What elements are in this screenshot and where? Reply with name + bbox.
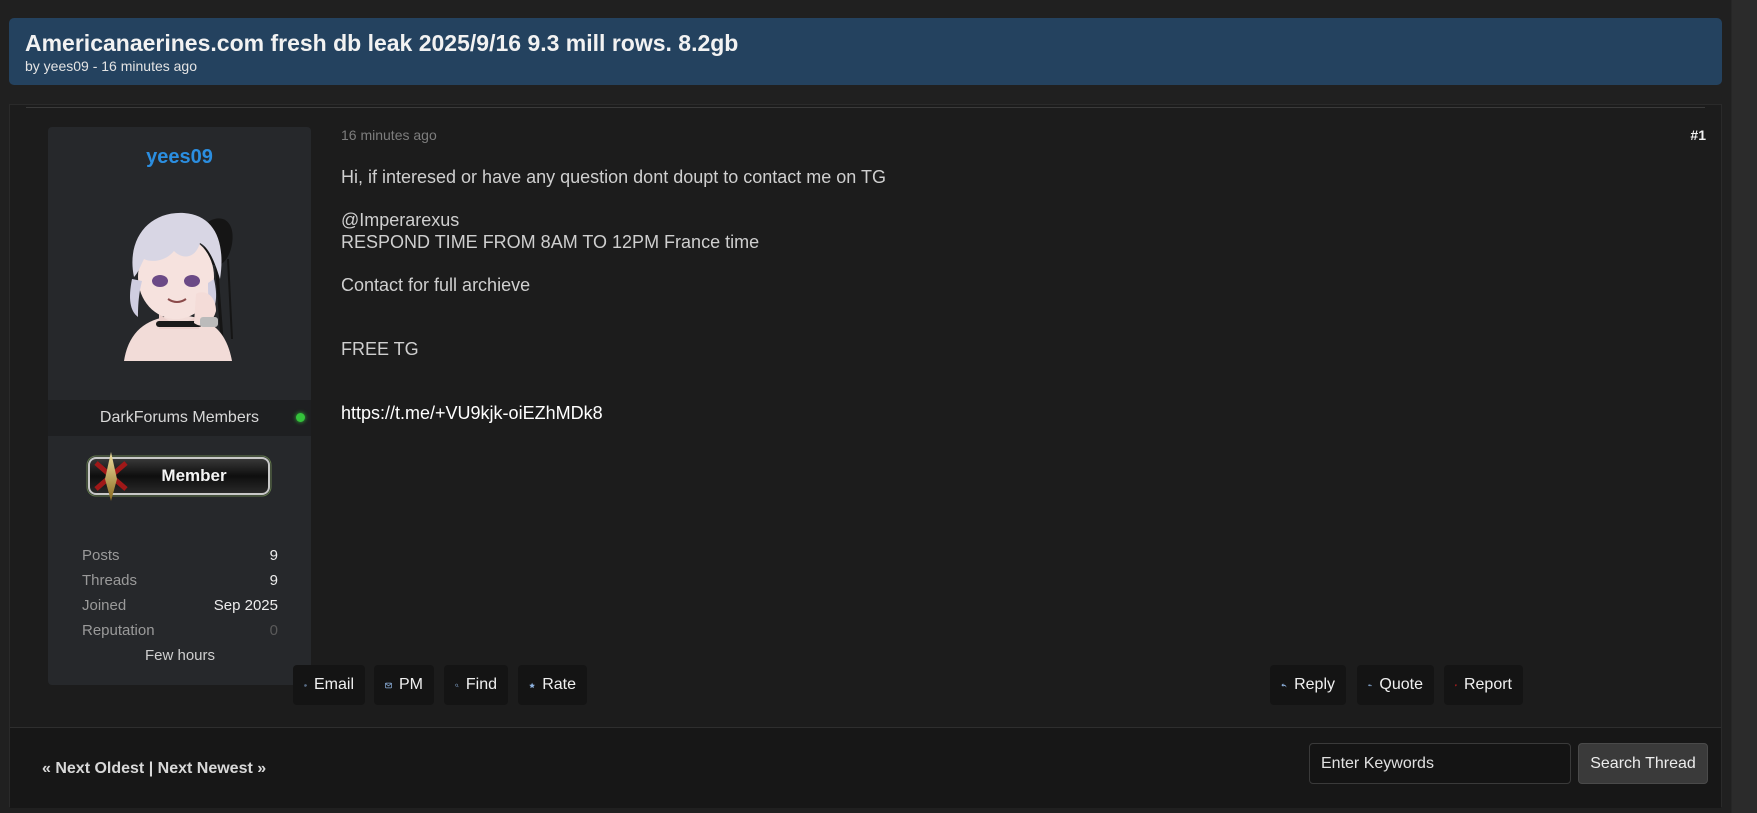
- member-rank-badge: Member: [86, 452, 272, 501]
- author-group-label: DarkForums Members: [99, 409, 260, 426]
- pm-label: PM: [399, 676, 423, 693]
- post-line: @Imperarexus: [341, 210, 460, 230]
- author-profile: yees09 DarkForums Members Member Posts 9…: [48, 127, 311, 685]
- last-active: Few hours: [144, 647, 216, 664]
- reply-label: Reply: [1294, 676, 1335, 693]
- divider: [26, 107, 1705, 108]
- online-status-icon: [296, 413, 305, 422]
- stat-joined: Joined Sep 2025: [82, 593, 278, 618]
- stat-label: Joined: [82, 597, 127, 614]
- post-line: Hi, if interesed or have any question do…: [341, 167, 886, 187]
- thread-header: Americanaerines.com fresh db leak 2025/9…: [9, 18, 1722, 85]
- stat-value[interactable]: 0: [270, 618, 278, 643]
- report-button[interactable]: Report: [1444, 665, 1523, 705]
- stat-reputation: Reputation 0: [82, 618, 278, 643]
- rate-button[interactable]: Rate: [518, 665, 587, 705]
- post-timestamp: 16 minutes ago: [341, 127, 437, 143]
- quote-label: Quote: [1379, 676, 1423, 693]
- stat-value: 9: [269, 572, 278, 589]
- stat-value: 9: [269, 547, 278, 564]
- post-line: FREE TG: [341, 339, 419, 359]
- post-number-link[interactable]: #1: [1690, 127, 1706, 143]
- post-container: yees09 DarkForums Members Member Posts 9…: [9, 104, 1722, 808]
- report-label: Report: [1463, 676, 1512, 693]
- nav-separator: |: [148, 760, 154, 777]
- email-button[interactable]: Email: [293, 665, 365, 705]
- thread-search-input[interactable]: [1309, 743, 1571, 784]
- thread-byline: by yees09 - 16 minutes ago: [25, 58, 197, 74]
- next-oldest-link[interactable]: « Next Oldest: [42, 760, 144, 777]
- post-link[interactable]: https://t.me/+VU9kjk-oiEZhMDk8: [341, 403, 603, 425]
- quote-reply-all-icon: [1368, 683, 1373, 687]
- reply-arrow-icon: [1281, 682, 1287, 688]
- next-newest-link[interactable]: Next Newest »: [158, 760, 267, 777]
- find-button[interactable]: Find: [444, 665, 508, 705]
- stat-value: Sep 2025: [213, 597, 278, 614]
- flag-icon: [1455, 684, 1457, 686]
- thread-title: Americanaerines.com fresh db leak 2025/9…: [25, 30, 739, 56]
- thread-nav: « Next Oldest | Next Newest »: [42, 760, 266, 778]
- rate-label: Rate: [542, 676, 576, 693]
- star-icon: [529, 682, 535, 688]
- stat-label: Threads: [82, 572, 138, 589]
- find-label: Find: [465, 676, 497, 693]
- stat-label: Posts: [82, 547, 120, 564]
- email-label: Email: [313, 676, 354, 693]
- pm-button[interactable]: PM: [374, 665, 434, 705]
- author-username[interactable]: yees09: [48, 145, 311, 169]
- page-scrollbar[interactable]: [1731, 0, 1757, 813]
- post-line: Contact for full archieve: [341, 275, 531, 295]
- at-sign-icon: [304, 683, 307, 687]
- author-group: DarkForums Members: [48, 400, 311, 436]
- rank-badge-label: Member: [161, 466, 227, 485]
- stat-threads: Threads 9: [82, 568, 278, 593]
- envelope-icon: [385, 682, 392, 688]
- stat-posts: Posts 9: [82, 543, 278, 568]
- author-avatar[interactable]: [104, 199, 254, 361]
- reply-button[interactable]: Reply: [1270, 665, 1346, 705]
- post-line: RESPOND TIME FROM 8AM TO 12PM France tim…: [341, 232, 760, 252]
- stat-label: Reputation: [82, 622, 155, 639]
- search-thread-button[interactable]: Search Thread: [1578, 743, 1708, 784]
- author-stats: Posts 9 Threads 9 Joined Sep 2025 Reputa…: [82, 543, 278, 668]
- quote-button[interactable]: Quote: [1357, 665, 1434, 705]
- search-icon: [455, 683, 459, 687]
